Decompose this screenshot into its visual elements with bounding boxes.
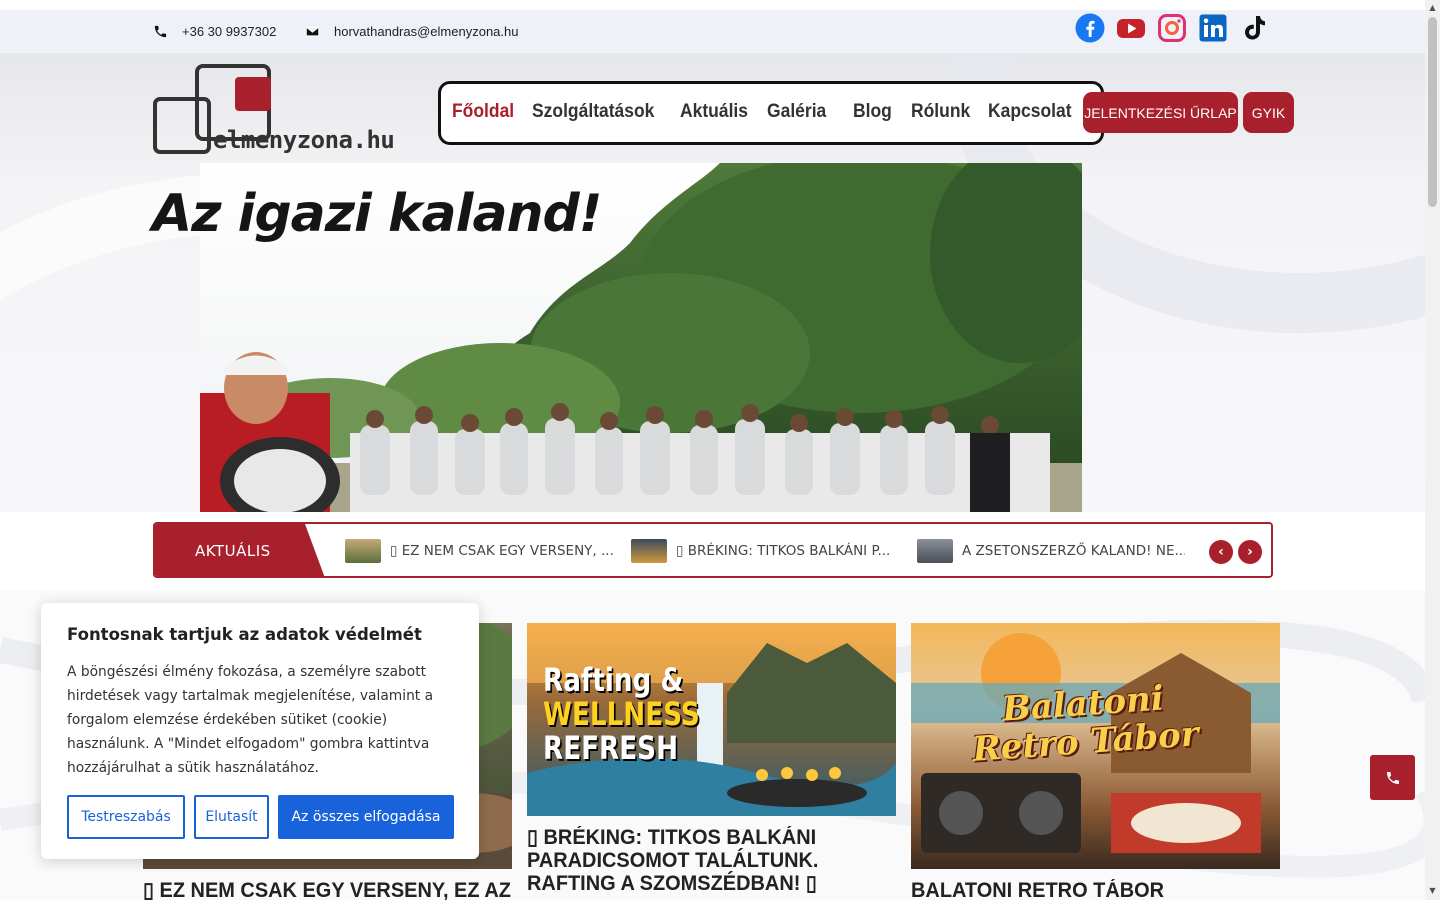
ticker-thumbnail: [917, 539, 953, 563]
ticker-thumbnail: [345, 539, 381, 563]
hero-title: Az igazi kaland!: [152, 184, 602, 244]
retro-camp-poster-text: Balatoni Retro Tábor: [971, 678, 1200, 770]
nav-item-fooldal[interactable]: Főoldal: [452, 101, 514, 123]
instagram-icon[interactable]: [1157, 13, 1187, 43]
rafting-poster-text: Rafting & WELLNESS REFRESH: [543, 661, 700, 767]
floating-call-button[interactable]: [1370, 755, 1415, 800]
logo-text: elmenyzona.hu: [213, 126, 395, 154]
ticker-item[interactable]: A ZSETONSZERZŐ KALAND! NE...: [917, 538, 1187, 564]
nav-item-blog[interactable]: Blog: [853, 101, 892, 123]
signup-form-button[interactable]: JELENTKEZÉSI ŰRLAP: [1083, 92, 1238, 133]
email-contact[interactable]: horvathandras@elmenyzona.hu: [305, 10, 518, 53]
ticker-item[interactable]: ▯ EZ NEM CSAK EGY VERSENY, ...: [345, 538, 614, 564]
cookie-consent-dialog: Fontosnak tartjuk az adatok védelmét A b…: [41, 603, 479, 859]
phone-icon: [154, 25, 167, 38]
cookie-reject-button[interactable]: Elutasít: [194, 795, 269, 839]
youtube-icon[interactable]: [1116, 13, 1146, 43]
linkedin-icon[interactable]: [1198, 13, 1228, 43]
nav-item-szolgaltatasok[interactable]: Szolgáltatások: [532, 101, 654, 123]
card-image-retro-camp[interactable]: Balatoni Retro Tábor: [911, 623, 1280, 869]
card-title-event[interactable]: ▯ EZ NEM CSAK EGY VERSENY, EZ AZ: [143, 879, 523, 900]
ticker-thumbnail: [631, 539, 667, 563]
ticker-item-text[interactable]: A ZSETONSZERZŐ KALAND! NE...: [962, 543, 1187, 559]
facebook-icon[interactable]: [1075, 13, 1105, 43]
cookie-accept-all-button[interactable]: Az összes elfogadása: [278, 795, 454, 839]
news-ticker: AKTUÁLIS ▯ EZ NEM CSAK EGY VERSENY, ... …: [153, 522, 1273, 578]
card-title-rafting[interactable]: ▯ BRÉKING: TITKOS BALKÁNI PARADICSOMOT T…: [527, 826, 831, 895]
ticker-item-text[interactable]: ▯ BRÉKING: TITKOS BALKÁNI P...: [676, 543, 890, 559]
ticker-item-text[interactable]: ▯ EZ NEM CSAK EGY VERSENY, ...: [390, 543, 614, 559]
nav-item-galeria[interactable]: Galéria: [767, 101, 826, 123]
scroll-up-icon[interactable]: ▲: [1428, 3, 1437, 12]
ticker-prev-button[interactable]: ‹: [1209, 540, 1233, 564]
faq-button[interactable]: GYIK: [1243, 92, 1294, 133]
envelope-icon: [305, 26, 320, 37]
ticker-item[interactable]: ▯ BRÉKING: TITKOS BALKÁNI P...: [631, 538, 890, 564]
nav-item-kapcsolat[interactable]: Kapcsolat: [988, 101, 1072, 123]
scrollbar-thumb[interactable]: [1428, 17, 1437, 207]
phone-number[interactable]: +36 30 9937302: [182, 24, 276, 39]
cookie-buttons: Testreszabás Elutasít Az összes elfogadá…: [67, 795, 454, 839]
nav-item-aktualis[interactable]: Aktuális: [680, 101, 748, 123]
card-image-rafting[interactable]: Rafting & WELLNESS REFRESH: [527, 623, 896, 816]
nav-item-rolunk[interactable]: Rólunk: [911, 101, 970, 123]
email-address[interactable]: horvathandras@elmenyzona.hu: [334, 24, 518, 39]
cookie-customize-button[interactable]: Testreszabás: [67, 795, 185, 839]
cookie-title: Fontosnak tartjuk az adatok védelmét: [67, 625, 422, 644]
social-links: [1075, 13, 1269, 43]
scroll-down-icon[interactable]: ▼: [1428, 886, 1437, 895]
ticker-next-button[interactable]: ›: [1238, 540, 1262, 564]
phone-contact[interactable]: +36 30 9937302: [153, 10, 276, 53]
phone-icon: [1386, 771, 1399, 784]
cookie-description: A böngészési élmény fokozása, a személyr…: [67, 664, 434, 776]
page-scrollbar[interactable]: ▲ ▼: [1425, 0, 1440, 900]
ticker-label: AKTUÁLIS: [155, 524, 325, 576]
tiktok-icon[interactable]: [1239, 13, 1269, 43]
card-title-retro-camp[interactable]: BALATONI RETRO TÁBOR: [911, 879, 1262, 900]
